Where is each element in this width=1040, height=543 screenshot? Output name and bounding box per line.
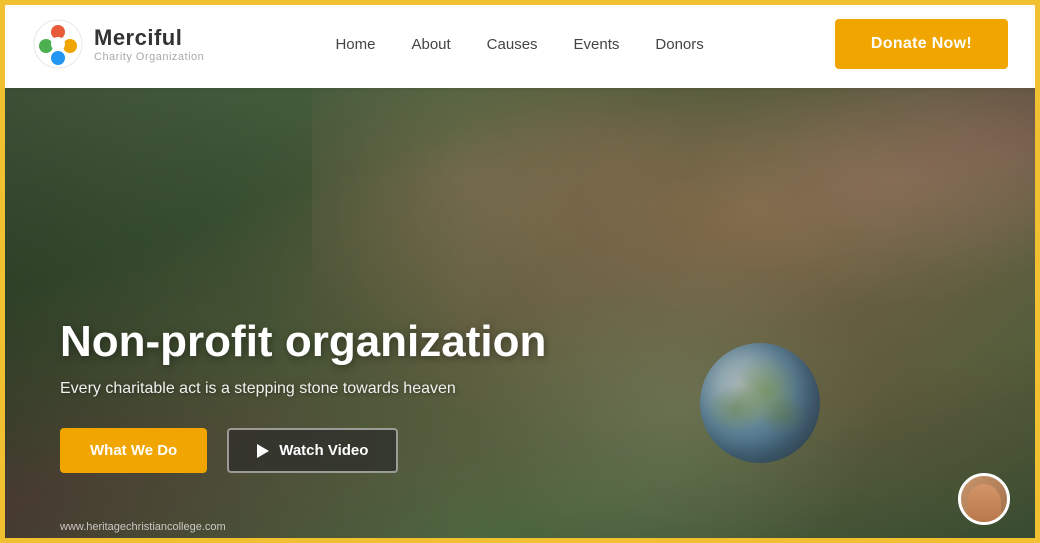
footer-url: www.heritagechristiancollege.com xyxy=(60,521,226,533)
nav-item-donors[interactable]: Donors xyxy=(655,36,703,53)
what-we-do-button[interactable]: What We Do xyxy=(60,428,207,473)
logo-subtitle: Charity Organization xyxy=(94,51,204,63)
main-nav: Home About Causes Events Donors xyxy=(335,36,703,53)
donate-now-button[interactable]: Donate Now! xyxy=(835,19,1008,69)
nav-item-events[interactable]: Events xyxy=(574,36,620,53)
watch-video-button[interactable]: Watch Video xyxy=(227,428,398,473)
hero-buttons: What We Do Watch Video xyxy=(60,428,546,473)
hero-title: Non-profit organization xyxy=(60,317,546,368)
avatar xyxy=(958,473,1010,525)
nav-item-about[interactable]: About xyxy=(411,36,450,53)
watch-video-label: Watch Video xyxy=(279,442,368,459)
logo-title: Merciful xyxy=(94,25,204,51)
hero-section: Non-profit organization Every charitable… xyxy=(0,88,1040,543)
play-icon xyxy=(257,444,269,458)
logo-text: Merciful Charity Organization xyxy=(94,25,204,63)
logo-icon xyxy=(32,18,84,70)
nav-item-causes[interactable]: Causes xyxy=(487,36,538,53)
hero-content: Non-profit organization Every charitable… xyxy=(60,317,546,473)
globe-land xyxy=(700,343,820,463)
logo: Merciful Charity Organization xyxy=(32,18,204,70)
hero-overlay xyxy=(0,88,1040,543)
nav-item-home[interactable]: Home xyxy=(335,36,375,53)
hero-subtitle: Every charitable act is a stepping stone… xyxy=(60,380,546,398)
avatar-face xyxy=(967,484,1001,522)
globe-decoration xyxy=(700,343,820,463)
header: Merciful Charity Organization Home About… xyxy=(0,0,1040,88)
